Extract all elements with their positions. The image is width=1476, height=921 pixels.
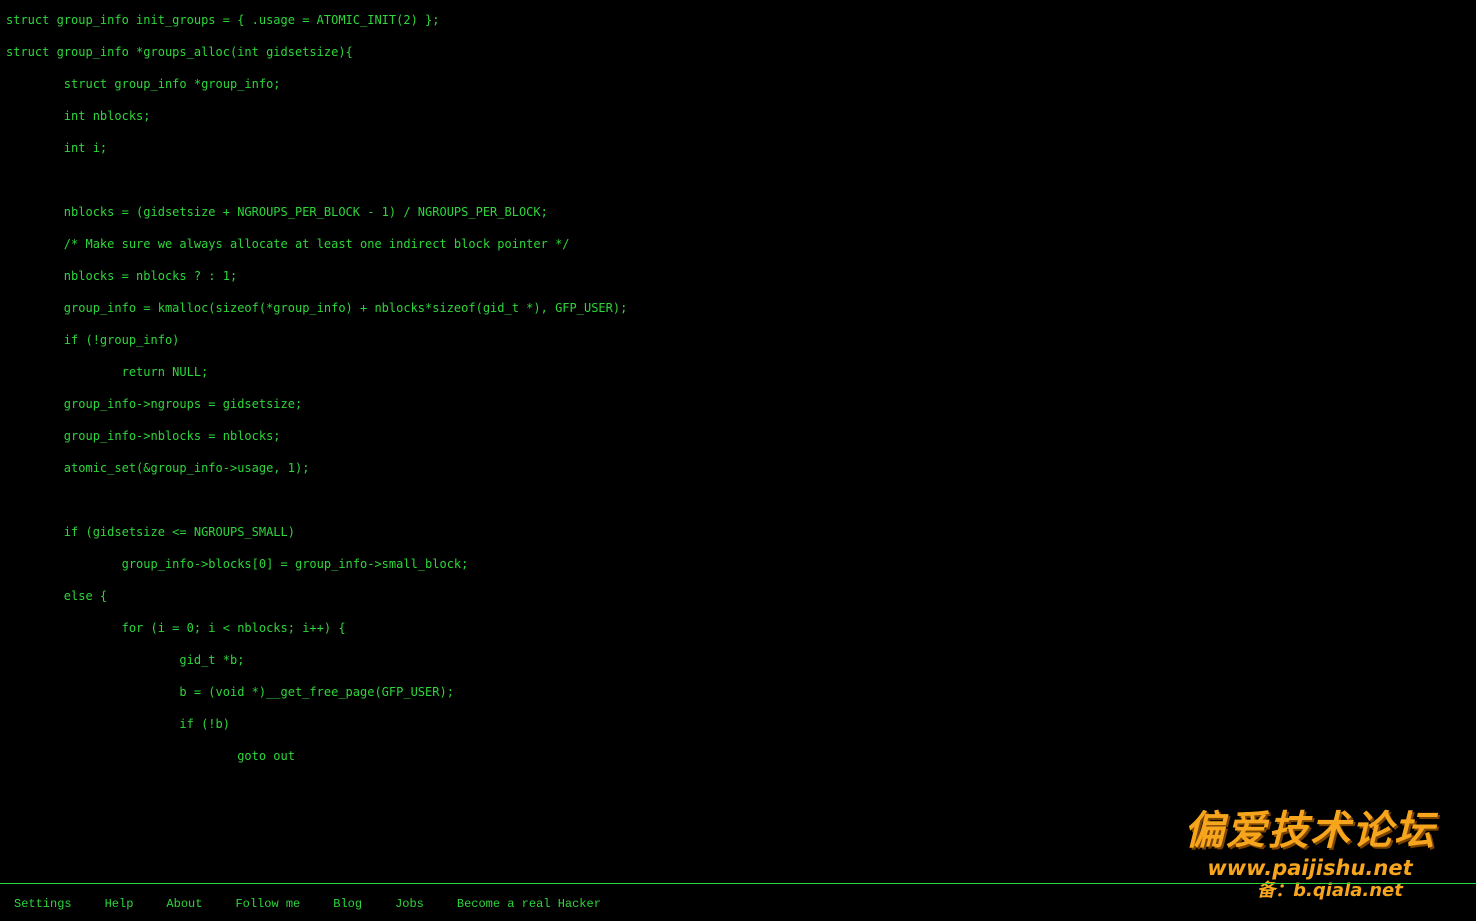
code-line: b = (void *)__get_free_page(GFP_USER);	[6, 685, 454, 699]
code-line: goto out	[6, 749, 295, 763]
code-line: nblocks = (gidsetsize + NGROUPS_PER_BLOC…	[6, 205, 548, 219]
about-link[interactable]: About	[166, 897, 202, 911]
watermark-title: 偏爱技术论坛	[1184, 808, 1436, 854]
code-line: int i;	[6, 141, 108, 155]
blog-link[interactable]: Blog	[333, 897, 362, 911]
code-line: /* Make sure we always allocate at least…	[6, 237, 570, 251]
code-line: struct group_info *groups_alloc(int gids…	[6, 45, 353, 59]
code-line: if (gidsetsize <= NGROUPS_SMALL)	[6, 525, 295, 539]
jobs-link[interactable]: Jobs	[395, 897, 424, 911]
code-line: else {	[6, 589, 108, 603]
footer-bar: Settings Help About Follow me Blog Jobs Become…	[0, 883, 1476, 921]
follow-me-link[interactable]: Follow me	[235, 897, 300, 911]
code-line: nblocks = nblocks ? : 1;	[6, 269, 238, 283]
code-display: struct group_info init_groups = { .usage…	[6, 4, 627, 772]
settings-link[interactable]: Settings	[14, 897, 72, 911]
become-hacker-link[interactable]: Become a real Hacker	[457, 897, 601, 911]
code-line: for (i = 0; i < nblocks; i++) {	[6, 621, 346, 635]
code-line: atomic_set(&group_info->usage, 1);	[6, 461, 310, 475]
code-line: group_info->blocks[0] = group_info->smal…	[6, 557, 469, 571]
code-line: struct group_info *group_info;	[6, 77, 281, 91]
code-line: return NULL;	[6, 365, 209, 379]
code-line: group_info->ngroups = gidsetsize;	[6, 397, 303, 411]
code-line: group_info = kmalloc(sizeof(*group_info)…	[6, 301, 628, 315]
code-line: int nblocks;	[6, 109, 151, 123]
code-line: if (!group_info)	[6, 333, 180, 347]
code-line: group_info->nblocks = nblocks;	[6, 429, 281, 443]
help-link[interactable]: Help	[105, 897, 134, 911]
watermark-url: www.paijishu.net	[1207, 856, 1413, 880]
code-line: if (!b)	[6, 717, 230, 731]
code-line: gid_t *b;	[6, 653, 245, 667]
footer-links: Settings Help About Follow me Blog Jobs Become…	[14, 897, 634, 911]
code-line: struct group_info init_groups = { .usage…	[6, 13, 440, 27]
